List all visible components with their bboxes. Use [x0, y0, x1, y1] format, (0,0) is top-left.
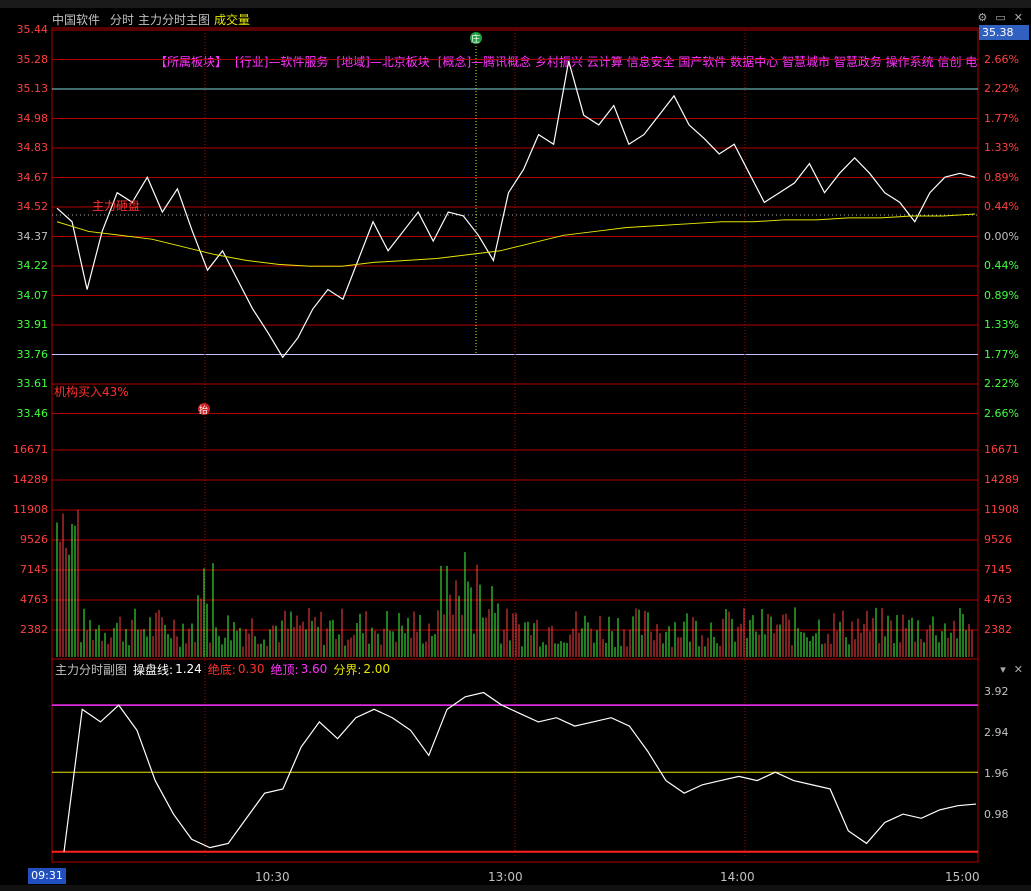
pct-tick-label: 1.33%: [984, 318, 1019, 331]
close-icon[interactable]: ✕: [1014, 663, 1023, 676]
main-force-sell-label: 主力砸盘: [92, 199, 141, 213]
institution-buy-label: 机构买入43%: [54, 385, 129, 399]
price-tick-label: 34.52: [16, 200, 49, 213]
chevron-down-icon[interactable]: ▾: [1000, 663, 1006, 676]
volume-tick-label: 7145: [984, 563, 1012, 576]
line-value: 1.24: [175, 662, 202, 676]
top-marker-label: 庄: [471, 33, 480, 45]
price-tick-label: 34.37: [16, 229, 49, 243]
time-tick-label: 10:30: [255, 870, 290, 884]
time-tick-label: 13:00: [488, 870, 523, 884]
bottom-label: 绝底:: [207, 662, 236, 677]
price-tick-label: 34.98: [16, 111, 49, 125]
top-label: 绝顶:: [270, 662, 299, 677]
pct-tick-label: 0.89%: [984, 170, 1019, 184]
price-tick-label: 33.91: [16, 318, 49, 331]
volume-tick-label: 2382: [984, 623, 1012, 636]
split-value: 2.00: [363, 662, 391, 676]
price-tick-label: 35.28: [16, 52, 49, 66]
pct-tick-label: 2.66%: [984, 406, 1019, 420]
pct-tick-label: 2.22%: [984, 82, 1019, 95]
price-tick-label: 34.07: [16, 288, 49, 302]
time-tick-label: 15:00: [945, 870, 980, 884]
price-tick-label: 33.76: [16, 347, 49, 361]
pct-tick-label: 1.77%: [984, 111, 1019, 125]
chart-canvas[interactable]: 庄抬: [0, 0, 1031, 891]
price-tick-label: 33.46: [16, 406, 49, 420]
average-line: [56, 213, 976, 267]
sub-panel-title[interactable]: 主力分时副图: [55, 661, 127, 678]
split-label: 分界:: [333, 662, 362, 677]
price-tick-label: 34.67: [16, 170, 49, 184]
pct-tick-label: 1.77%: [984, 347, 1019, 361]
volume-tick-label: 16671: [984, 443, 1019, 456]
price-tick-label: 34.83: [16, 141, 49, 154]
pct-tick-label: 0.00%: [984, 229, 1019, 243]
pct-tick-label: 1.33%: [984, 141, 1019, 154]
bottom-value: 0.30: [237, 662, 265, 676]
sub-tick-label: 0.98: [984, 807, 1009, 821]
price-line: [56, 60, 976, 359]
volume-tick-label: 7145: [20, 563, 48, 576]
sub-panel-controls: ▾ ✕: [1000, 663, 1023, 676]
time-axis-start: 09:31: [28, 868, 66, 884]
price-tick-label: 35.44: [16, 23, 49, 36]
pct-tick-label: 0.89%: [984, 288, 1019, 302]
price-tick-label: 33.61: [16, 377, 49, 390]
line-label: 操盘线:: [133, 662, 174, 677]
bottom-status-bar: [0, 885, 1031, 891]
low-marker-label: 抬: [199, 404, 208, 416]
top-value: 3.60: [300, 662, 328, 676]
volume-tick-label: 9526: [20, 533, 48, 546]
sub-tick-label: 1.96: [984, 766, 1009, 780]
volume-tick-label: 14289: [13, 473, 48, 486]
price-tick-label: 35.13: [16, 82, 49, 95]
volume-tick-label: 14289: [984, 473, 1019, 486]
sub-tick-label: 3.92: [984, 684, 1009, 698]
sub-panel-header: 主力分时副图 操盘线: 1.24 绝底: 0.30 绝顶: 3.60 分界: 2…: [55, 660, 390, 678]
volume-tick-label: 2382: [20, 623, 48, 636]
price-tick-label: 34.22: [16, 259, 49, 272]
sub-tick-label: 2.94: [984, 725, 1009, 739]
volume-tick-label: 4763: [20, 593, 48, 606]
volume-tick-label: 11908: [984, 503, 1019, 516]
pct-tick-label: 0.44%: [984, 259, 1019, 272]
time-tick-label: 14:00: [720, 870, 755, 884]
volume-tick-label: 11908: [13, 503, 48, 516]
pct-tick-label: 2.66%: [984, 52, 1019, 66]
pct-tick-label: 0.44%: [984, 200, 1019, 213]
volume-tick-label: 4763: [984, 593, 1012, 606]
volume-tick-label: 9526: [984, 533, 1012, 546]
pct-tick-label: 2.22%: [984, 377, 1019, 390]
volume-tick-label: 16671: [13, 443, 48, 456]
